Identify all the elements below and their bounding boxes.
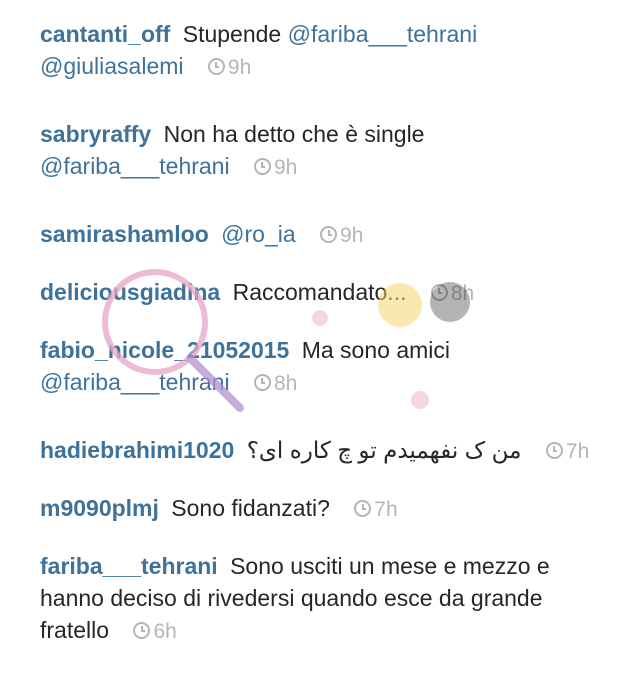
comment-timestamp: 7h bbox=[354, 498, 398, 521]
comment-item: m9090plmj Sono fidanzati? 7h bbox=[40, 492, 600, 526]
clock-icon bbox=[545, 442, 563, 459]
mention-link[interactable]: @ro_ia bbox=[221, 221, 296, 247]
comment-item: samirashamloo @ro_ia 9h bbox=[40, 218, 600, 252]
mention-link[interactable]: @giuliasalemi bbox=[40, 53, 184, 79]
comment-item: cantanti_off Stupende @fariba___tehrani … bbox=[40, 18, 600, 84]
comment-item: sabryraffy Non ha detto che è single @fa… bbox=[40, 118, 600, 184]
comment-username[interactable]: cantanti_off bbox=[40, 21, 170, 47]
comment-timestamp: 9h bbox=[207, 56, 251, 79]
comment-username[interactable]: deliciousgiadina bbox=[40, 279, 220, 305]
comment-timestamp: 7h bbox=[545, 440, 589, 463]
comment-item: fabio_nicole_21052015 Ma sono amici @far… bbox=[40, 334, 600, 400]
comment-text: من ک نفهمیدم تو چ کاره ای؟ bbox=[246, 437, 522, 463]
comment-text: Ma sono amici bbox=[301, 337, 450, 363]
mention-link[interactable]: @fariba___tehrani bbox=[288, 21, 478, 47]
comment-username[interactable]: fabio_nicole_21052015 bbox=[40, 337, 289, 363]
clock-icon bbox=[253, 158, 271, 175]
comment-item: deliciousgiadina Raccomandato... 8h bbox=[40, 276, 600, 310]
comment-timestamp: 9h bbox=[320, 224, 363, 247]
comment-timestamp: 6h bbox=[133, 620, 177, 643]
clock-icon bbox=[207, 58, 225, 75]
comment-text: Sono fidanzati? bbox=[171, 495, 330, 521]
comment-timestamp: 8h bbox=[430, 282, 474, 305]
clock-icon bbox=[320, 226, 338, 243]
comment-text: Non ha detto che è single bbox=[163, 121, 425, 147]
comment-text: Stupende bbox=[182, 21, 282, 47]
comment-username[interactable]: fariba___tehrani bbox=[40, 553, 218, 579]
comment-item: hadiebrahimi1020 من ک نفهمیدم تو چ کاره … bbox=[40, 434, 600, 468]
comment-username[interactable]: hadiebrahimi1020 bbox=[40, 437, 234, 463]
mention-link[interactable]: @fariba___tehrani bbox=[40, 369, 230, 395]
comment-text: Raccomandato... bbox=[232, 279, 407, 305]
comment-timestamp: 8h bbox=[253, 372, 297, 395]
comment-username[interactable]: sabryraffy bbox=[40, 121, 151, 147]
comment-item: fariba___tehrani Sono usciti un mese e m… bbox=[40, 550, 600, 648]
clock-icon bbox=[430, 284, 448, 301]
comment-username[interactable]: m9090plmj bbox=[40, 495, 159, 521]
comment-timestamp: 9h bbox=[253, 156, 297, 179]
comment-username[interactable]: samirashamloo bbox=[40, 221, 209, 247]
clock-icon bbox=[354, 500, 372, 517]
mention-link[interactable]: @fariba___tehrani bbox=[40, 153, 230, 179]
clock-icon bbox=[133, 622, 151, 639]
clock-icon bbox=[253, 374, 271, 391]
